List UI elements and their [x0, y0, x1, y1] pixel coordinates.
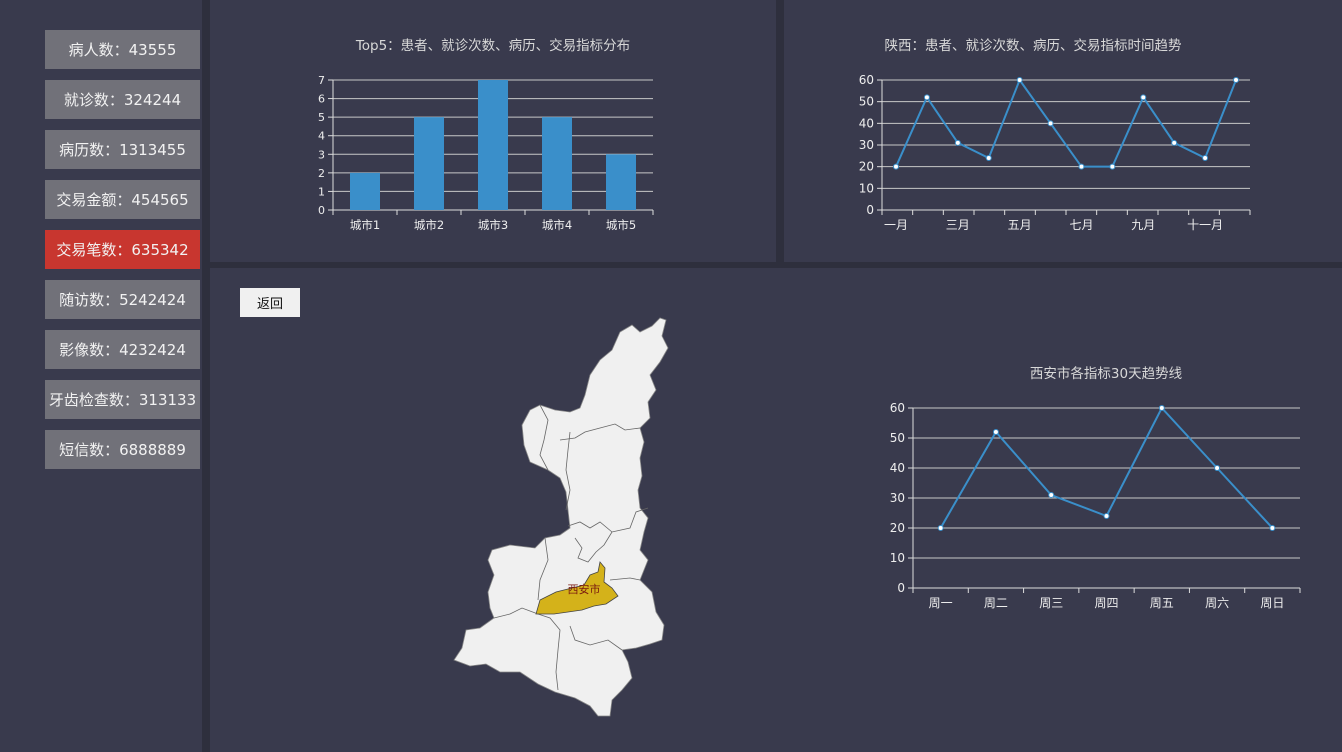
map-region-label: 西安市: [568, 582, 601, 596]
map-province-outline: [453, 317, 669, 717]
trend-chart-title: 西安市各指标30天趋势线: [1029, 366, 1183, 382]
